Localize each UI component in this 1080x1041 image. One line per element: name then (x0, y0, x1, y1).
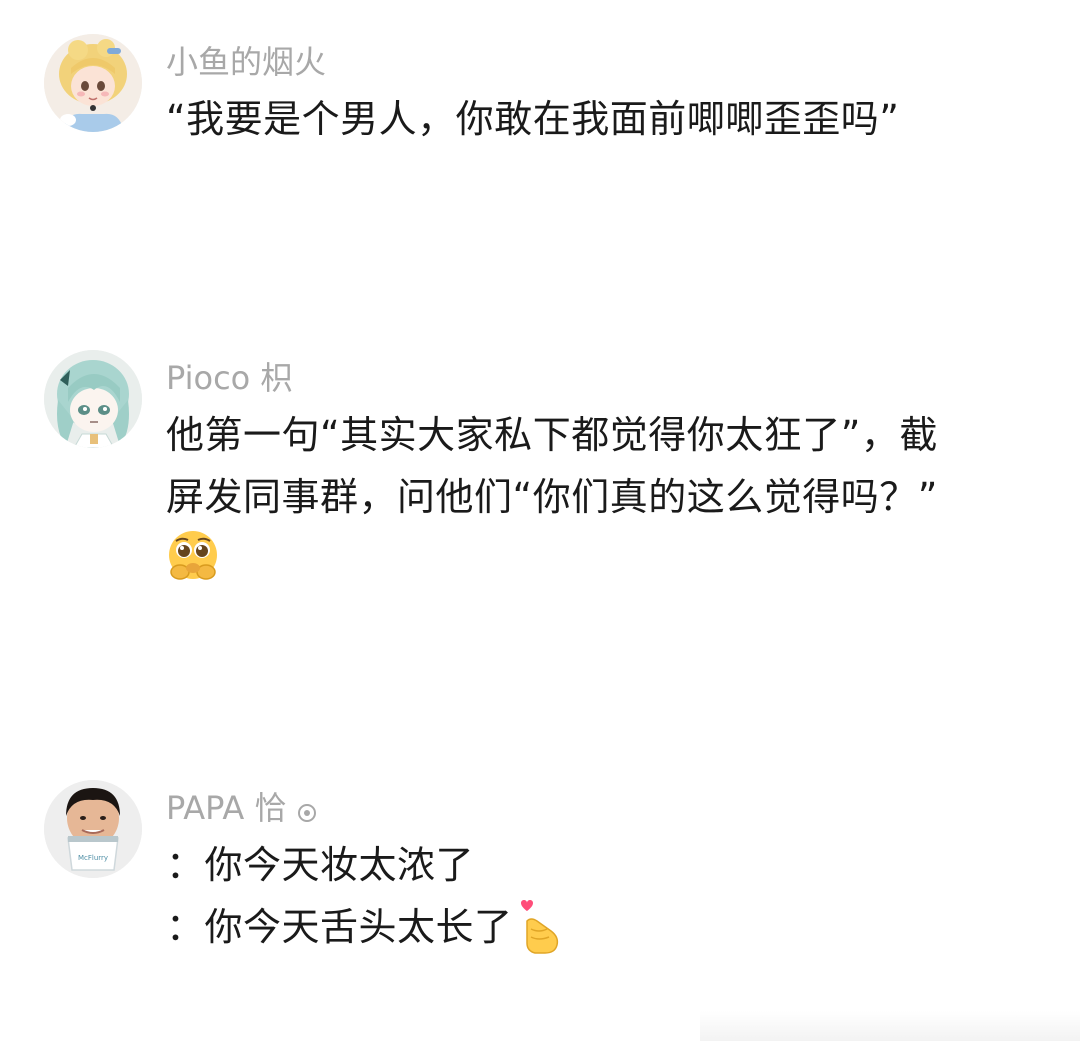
comment-text: “我要是个男人，你敢在我面前唧唧歪歪吗” (166, 88, 1020, 150)
comment-line: ：你今天妆太浓了 (166, 843, 475, 887)
comment-text: 他第一句“其实大家私下都觉得你太狂了”，截 屏发同事群，问他们“你们真的这么觉得… (166, 404, 1020, 582)
anime-girl-avatar-icon (44, 350, 142, 448)
username[interactable]: Pioco 枳 (166, 356, 1020, 400)
username[interactable]: 小鱼的烟火 (166, 40, 1020, 84)
comment-text: ：你今天妆太浓了 ：你今天舌头太长了 (166, 834, 1020, 958)
bottom-fade (700, 1011, 1080, 1041)
comment-line-text: ：你今天舌头太长了 (166, 905, 513, 949)
man-photo-avatar-icon: McFlurry (44, 780, 142, 878)
username[interactable]: PAPA 恰 (166, 786, 1020, 830)
username-text[interactable]: Pioco 枳 (166, 356, 292, 400)
comment-line: 屏发同事群，问他们“你们真的这么觉得吗？” (166, 475, 938, 519)
cup-label: McFlurry (78, 854, 108, 862)
cartoon-princess-avatar-icon (44, 34, 142, 132)
comment-line: “我要是个男人，你敢在我面前唧唧歪歪吗” (166, 97, 900, 141)
username-text[interactable]: 小鱼的烟火 (166, 40, 326, 84)
comment-line (166, 528, 1020, 582)
comment-line: ：你今天舌头太长了 (166, 896, 1020, 958)
user-avatar[interactable]: McFlurry (44, 780, 142, 878)
circle-badge-icon (298, 804, 317, 822)
user-avatar[interactable] (44, 34, 142, 132)
user-avatar[interactable] (44, 350, 142, 448)
finger-heart-emoji-icon (520, 900, 558, 954)
comment-line: 他第一句“其实大家私下都觉得你太狂了”，截 (166, 413, 938, 457)
username-text[interactable]: PAPA 恰 (166, 786, 286, 830)
pleading-face-emoji-icon (169, 531, 217, 580)
